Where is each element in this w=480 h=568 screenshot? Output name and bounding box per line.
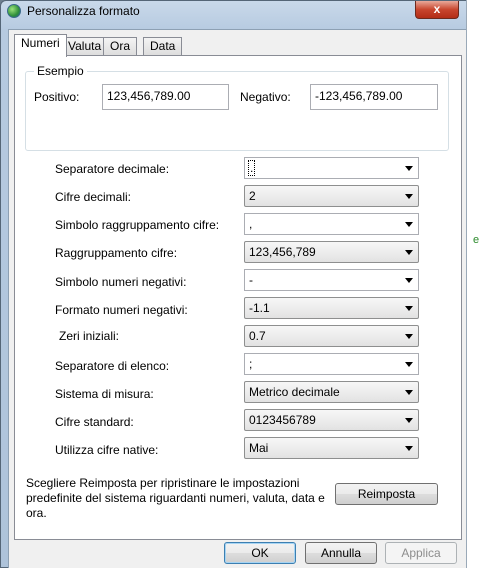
list-separator-value: ; bbox=[249, 357, 253, 371]
grouping-symbol-label: Simbolo raggruppamento cifre: bbox=[55, 218, 220, 232]
background-window-edge: e bbox=[466, 0, 480, 568]
positive-label: Positivo: bbox=[34, 90, 80, 104]
apply-button: Applica bbox=[385, 542, 457, 564]
dropdown-arrow-icon[interactable] bbox=[405, 446, 413, 451]
decimal-separator-label: Separatore decimale: bbox=[55, 162, 170, 176]
grouping-symbol-combo[interactable]: , bbox=[244, 213, 419, 235]
negative-sign-combo[interactable]: - bbox=[244, 269, 419, 291]
negative-format-value: -1.1 bbox=[249, 301, 270, 315]
close-button[interactable]: x bbox=[415, 1, 459, 19]
decimal-separator-combo[interactable]: . bbox=[244, 157, 419, 179]
cancel-button[interactable]: Annulla bbox=[305, 542, 377, 564]
dropdown-arrow-icon[interactable] bbox=[405, 390, 413, 395]
negative-example-field: -123,456,789.00 bbox=[310, 84, 438, 110]
dropdown-arrow-icon[interactable] bbox=[405, 334, 413, 339]
decimal-digits-label: Cifre decimali: bbox=[55, 190, 132, 204]
negative-format-label: Formato numeri negativi: bbox=[55, 303, 188, 317]
digit-grouping-label: Raggruppamento cifre: bbox=[55, 246, 178, 260]
native-digits-value: Mai bbox=[249, 441, 269, 455]
standard-digits-value: 0123456789 bbox=[249, 413, 316, 427]
positive-example-field: 123,456,789.00 bbox=[102, 84, 229, 110]
tab-ora[interactable]: Ora bbox=[103, 37, 138, 56]
title-bar[interactable]: Personalizza formato x bbox=[1, 1, 467, 23]
negative-label: Negativo: bbox=[240, 90, 291, 104]
leading-zeros-value: 0.7 bbox=[249, 329, 266, 343]
dropdown-arrow-icon[interactable] bbox=[405, 306, 413, 311]
window-title: Personalizza formato bbox=[27, 4, 140, 18]
example-legend: Esempio bbox=[34, 64, 87, 78]
dropdown-arrow-icon[interactable] bbox=[405, 222, 413, 227]
ok-button[interactable]: OK bbox=[224, 542, 296, 564]
negative-sign-label: Simbolo numeri negativi: bbox=[55, 275, 187, 289]
positive-example-value: 123,456,789.00 bbox=[107, 89, 191, 103]
negative-sign-value: - bbox=[249, 273, 253, 287]
dialog-window: Personalizza formato x Numeri Valuta Ora… bbox=[0, 0, 476, 568]
digit-grouping-combo[interactable]: 123,456,789 bbox=[244, 241, 419, 263]
decimal-digits-value: 2 bbox=[249, 189, 256, 203]
dropdown-arrow-icon[interactable] bbox=[405, 194, 413, 199]
digit-grouping-value: 123,456,789 bbox=[249, 245, 316, 259]
dropdown-arrow-icon[interactable] bbox=[405, 250, 413, 255]
reset-button[interactable]: Reimposta bbox=[335, 483, 438, 505]
dropdown-arrow-icon[interactable] bbox=[405, 278, 413, 283]
example-group: Esempio Positivo: 123,456,789.00 Negativ… bbox=[25, 64, 449, 151]
background-text-fragment: e bbox=[473, 234, 480, 246]
dropdown-arrow-icon[interactable] bbox=[405, 418, 413, 423]
leading-zeros-label: Zeri iniziali: bbox=[59, 329, 120, 343]
decimal-digits-combo[interactable]: 2 bbox=[244, 185, 419, 207]
reset-description: Scegliere Reimposta per ripristinare le … bbox=[26, 476, 325, 520]
tab-data[interactable]: Data bbox=[143, 37, 183, 56]
tab-valuta[interactable]: Valuta bbox=[61, 37, 109, 56]
tab-numeri[interactable]: Numeri bbox=[14, 34, 67, 57]
decimal-separator-value: . bbox=[247, 160, 256, 176]
measurement-system-label: Sistema di misura: bbox=[55, 387, 154, 401]
tab-panel-numeri: Esempio Positivo: 123,456,789.00 Negativ… bbox=[14, 55, 462, 540]
grouping-symbol-value: , bbox=[249, 217, 253, 231]
standard-digits-combo[interactable]: 0123456789 bbox=[244, 409, 419, 431]
list-separator-combo[interactable]: ; bbox=[244, 353, 419, 375]
globe-icon bbox=[7, 4, 21, 18]
dropdown-arrow-icon[interactable] bbox=[405, 362, 413, 367]
leading-zeros-combo[interactable]: 0.7 bbox=[244, 325, 419, 347]
dialog-client: Numeri Valuta Ora Data Esempio Positivo:… bbox=[8, 29, 467, 568]
native-digits-label: Utilizza cifre native: bbox=[55, 443, 159, 457]
standard-digits-label: Cifre standard: bbox=[55, 415, 134, 429]
list-separator-label: Separatore di elenco: bbox=[55, 359, 170, 373]
native-digits-combo[interactable]: Mai bbox=[244, 437, 419, 459]
dropdown-arrow-icon[interactable] bbox=[405, 166, 413, 171]
negative-format-combo[interactable]: -1.1 bbox=[244, 297, 419, 319]
measurement-system-combo[interactable]: Metrico decimale bbox=[244, 381, 419, 403]
measurement-system-value: Metrico decimale bbox=[249, 385, 340, 399]
negative-example-value: -123,456,789.00 bbox=[315, 89, 403, 103]
